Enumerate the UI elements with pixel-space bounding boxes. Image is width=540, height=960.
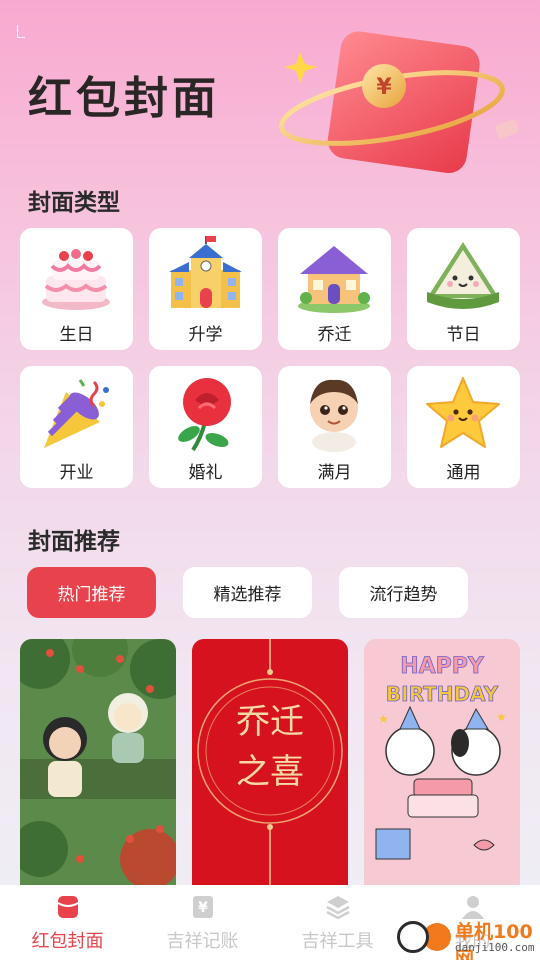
- cover-type-label: 乔迁: [317, 325, 352, 345]
- cover-card-illustration[interactable]: [20, 639, 176, 889]
- status-indicator: [17, 25, 25, 38]
- nav-label: 吉祥记账: [166, 931, 239, 952]
- cover-text-line1: 乔迁: [236, 702, 304, 742]
- watermark-logo-plus: [397, 921, 429, 953]
- svg-text:★: ★: [496, 710, 507, 724]
- nav-red-envelope-cover[interactable]: 红包封面: [0, 885, 135, 960]
- cover-text-line1: HAPPY: [400, 654, 485, 679]
- cover-type-fullmonth[interactable]: 满月: [278, 366, 391, 488]
- cover-card-housewarming[interactable]: 乔迁 之喜: [192, 639, 348, 889]
- housewarming-cover-image: 乔迁 之喜: [192, 639, 348, 889]
- cover-type-label: 节日: [446, 325, 481, 345]
- nav-ledger[interactable]: ¥ 吉祥记账: [135, 885, 270, 960]
- page-title: 红包封面: [28, 73, 220, 124]
- nav-label: 红包封面: [31, 931, 104, 952]
- cover-type-festival[interactable]: 节日: [407, 228, 520, 350]
- red-envelope-hero-image: ¥: [279, 31, 519, 174]
- svg-text:¥: ¥: [198, 900, 208, 916]
- cover-type-label: 开业: [59, 463, 94, 483]
- svg-text:¥: ¥: [376, 75, 392, 100]
- baby-icon: [310, 379, 358, 452]
- rice-dumpling-icon: [427, 242, 499, 309]
- cover-type-opening[interactable]: 开业: [20, 366, 133, 488]
- cover-type-birthday[interactable]: 生日: [20, 228, 133, 350]
- cover-type-school[interactable]: 升学: [149, 228, 262, 350]
- school-building-icon: [169, 236, 242, 308]
- cover-type-general[interactable]: 通用: [407, 366, 520, 488]
- svg-text:★: ★: [378, 712, 389, 726]
- recommend-tabs: 热门推荐 精选推荐 流行趋势: [27, 567, 517, 618]
- tab-hot[interactable]: 热门推荐: [27, 567, 156, 618]
- cover-text-line2: 之喜: [236, 752, 304, 792]
- nav-tools[interactable]: 吉祥工具: [270, 885, 405, 960]
- cover-type-label: 生日: [59, 325, 94, 345]
- yuan-ledger-icon: ¥: [192, 896, 213, 918]
- nav-label: 吉祥工具: [301, 931, 374, 952]
- rose-icon: [178, 378, 231, 452]
- watermark-url: danji100.com: [455, 941, 535, 954]
- cover-card-birthday[interactable]: HAPPY BIRTHDAY ★ ★: [364, 639, 520, 889]
- tab-featured[interactable]: 精选推荐: [183, 567, 312, 618]
- party-popper-icon: [44, 379, 109, 448]
- birthday-cake-icon: [42, 249, 110, 310]
- star-icon: [426, 377, 500, 448]
- cover-type-label: 满月: [317, 463, 352, 483]
- tab-trending[interactable]: 流行趋势: [339, 567, 468, 618]
- cover-types-grid: 生日 升学 乔迁 节日 开业 婚礼 满月 通用: [20, 228, 520, 488]
- cover-type-label: 升学: [188, 325, 223, 345]
- cover-type-housewarming[interactable]: 乔迁: [278, 228, 391, 350]
- cover-type-label: 婚礼: [188, 463, 223, 483]
- cover-type-wedding[interactable]: 婚礼: [149, 366, 262, 488]
- house-icon: [298, 246, 370, 313]
- red-envelope-icon: [56, 896, 79, 918]
- illustration-cover-image: [20, 639, 176, 889]
- birthday-cover-image: HAPPY BIRTHDAY ★ ★: [364, 639, 520, 889]
- cover-type-label: 通用: [446, 463, 481, 483]
- cover-types-heading: 封面类型: [28, 190, 120, 216]
- cover-text-line2: BIRTHDAY: [386, 682, 499, 706]
- cover-recommend-heading: 封面推荐: [28, 529, 120, 555]
- layers-icon: [325, 896, 350, 920]
- site-watermark: 单机100网 danji100.com: [393, 915, 540, 960]
